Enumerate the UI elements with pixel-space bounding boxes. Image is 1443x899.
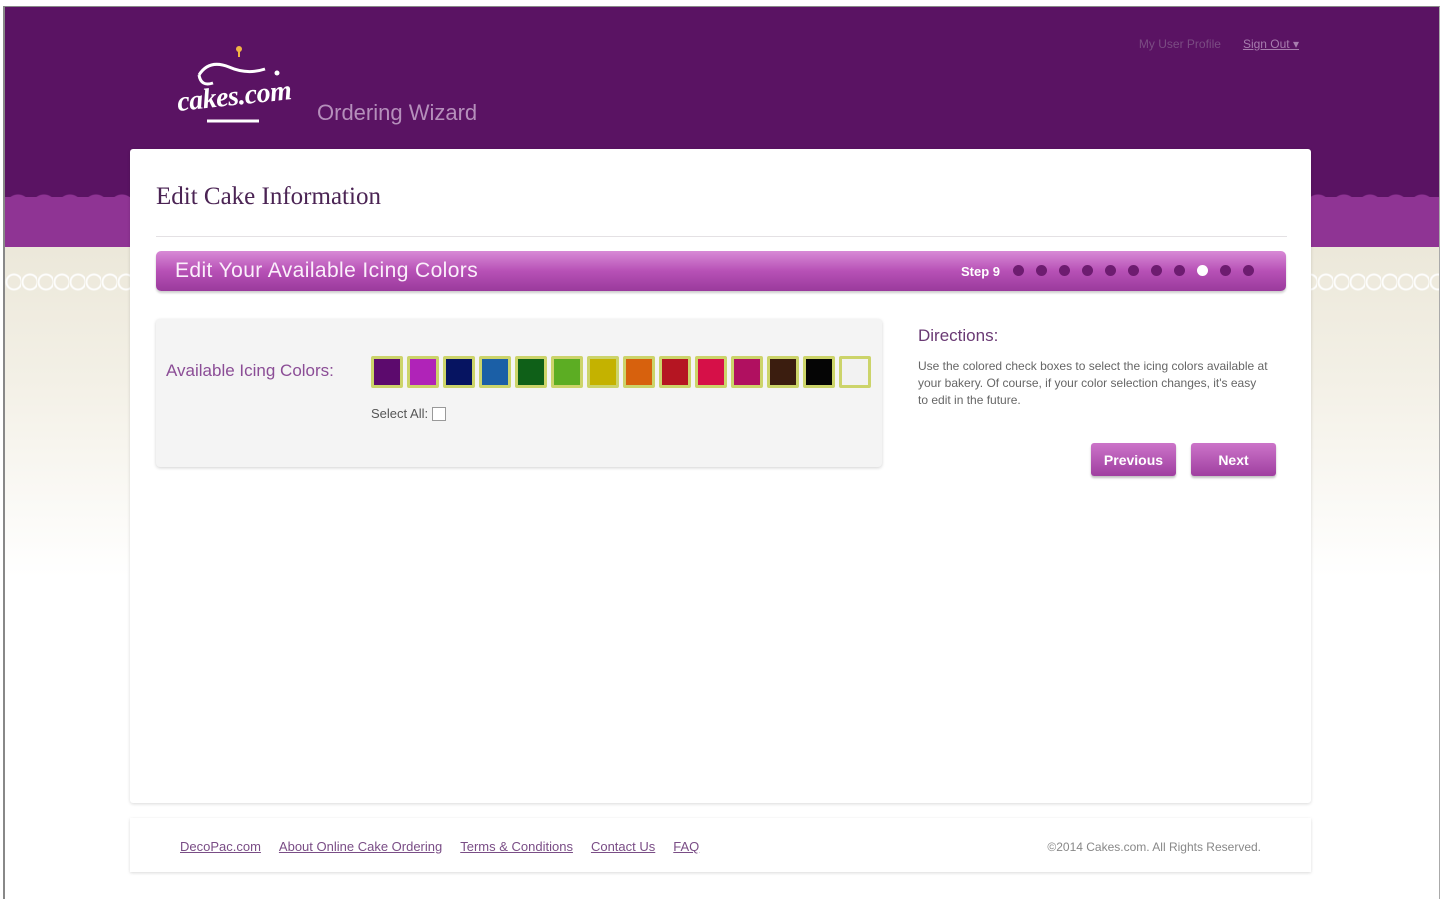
icing-color-swatch[interactable] bbox=[407, 356, 439, 388]
directions-title: Directions: bbox=[918, 326, 999, 345]
icing-color-swatch[interactable] bbox=[767, 356, 799, 388]
footer-link[interactable]: About Online Cake Ordering bbox=[279, 839, 442, 854]
icing-color-swatch[interactable] bbox=[515, 356, 547, 388]
footer-link[interactable]: Contact Us bbox=[591, 839, 655, 854]
select-all[interactable]: Select All: bbox=[371, 406, 447, 421]
step-dot bbox=[1220, 265, 1231, 276]
step-bar: Edit Your Available Icing Colors Step 9 bbox=[156, 251, 1286, 291]
step-dot bbox=[1059, 265, 1070, 276]
next-button[interactable]: Next bbox=[1191, 443, 1276, 476]
icing-color-swatch[interactable] bbox=[803, 356, 835, 388]
top-links: My User Profile Sign Out ▾ bbox=[1139, 37, 1299, 51]
step-dot bbox=[1197, 265, 1208, 276]
footer: DecoPac.com About Online Cake Ordering Ter… bbox=[130, 818, 1311, 872]
copyright: ©2014 Cakes.com. All Rights Reserved. bbox=[1047, 840, 1261, 854]
step-title: Edit Your Available Icing Colors bbox=[175, 259, 479, 282]
sign-out-link[interactable]: Sign Out ▾ bbox=[1243, 37, 1299, 51]
footer-link[interactable]: Terms & Conditions bbox=[460, 839, 573, 854]
icing-color-swatch[interactable] bbox=[479, 356, 511, 388]
footer-links: DecoPac.com About Online Cake Ordering Ter… bbox=[180, 839, 699, 854]
step-dot bbox=[1243, 265, 1254, 276]
icing-colors-panel: Available Icing Colors: Select All: bbox=[156, 319, 882, 467]
step-dot bbox=[1105, 265, 1116, 276]
icing-color-swatch[interactable] bbox=[659, 356, 691, 388]
select-all-checkbox[interactable] bbox=[432, 406, 447, 421]
step-dot bbox=[1036, 265, 1047, 276]
step-dot bbox=[1151, 265, 1162, 276]
available-icing-colors-label: Available Icing Colors: bbox=[166, 361, 334, 380]
footer-link[interactable]: FAQ bbox=[673, 839, 699, 854]
step-dot bbox=[1082, 265, 1093, 276]
step-dot bbox=[1013, 265, 1024, 276]
divider bbox=[156, 236, 1287, 237]
step-dot bbox=[1174, 265, 1185, 276]
previous-button[interactable]: Previous bbox=[1091, 443, 1176, 476]
icing-color-swatch[interactable] bbox=[551, 356, 583, 388]
footer-link[interactable]: DecoPac.com bbox=[180, 839, 261, 854]
main-card: Edit Cake Information Edit Your Availabl… bbox=[130, 149, 1311, 803]
step-progress-dots bbox=[1013, 265, 1254, 276]
step-label: Step 9 bbox=[961, 264, 1001, 279]
icing-color-swatch[interactable] bbox=[443, 356, 475, 388]
page-title: Edit Cake Information bbox=[156, 183, 381, 210]
icing-color-swatch[interactable] bbox=[587, 356, 619, 388]
select-all-label: Select All: bbox=[371, 406, 429, 421]
icing-color-swatch[interactable] bbox=[695, 356, 727, 388]
icing-color-swatch[interactable] bbox=[839, 356, 871, 388]
icing-color-swatch[interactable] bbox=[731, 356, 763, 388]
color-swatches bbox=[371, 356, 871, 388]
step-dot bbox=[1128, 265, 1139, 276]
icing-color-swatch[interactable] bbox=[371, 356, 403, 388]
icing-color-swatch[interactable] bbox=[623, 356, 655, 388]
cakes-logo[interactable]: cakes.com bbox=[176, 45, 302, 135]
directions-text: Use the colored check boxes to select th… bbox=[918, 359, 1268, 407]
ordering-wizard-title: Ordering Wizard bbox=[317, 100, 478, 125]
my-profile-link[interactable]: My User Profile bbox=[1139, 37, 1221, 51]
